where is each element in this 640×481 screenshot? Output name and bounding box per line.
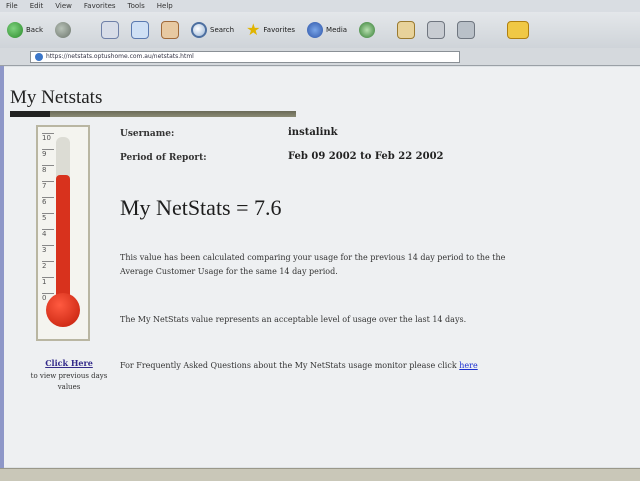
edit-button[interactable] [454,17,478,43]
thermometer-tick: 7 [42,181,54,190]
menu-edit[interactable]: Edit [30,2,44,10]
mail-icon [397,21,416,39]
thermometer-fill [56,175,70,301]
favorites-button[interactable]: ★ Favorites [243,17,298,43]
browser-toolbar: Back Search ★ Favorites Media [0,12,640,48]
page-content: My Netstats 10 9 8 7 6 5 4 3 2 1 0 Click Here to v… [4,67,640,467]
favorites-label: Favorites [263,26,296,34]
printer-icon [427,21,446,39]
refresh-button[interactable] [128,17,152,43]
thermometer-tick: 2 [42,261,54,270]
status-bar [0,468,640,481]
thermometer-tick: 6 [42,197,54,206]
forward-button[interactable] [52,17,74,43]
title-divider-accent [10,111,50,117]
media-button[interactable]: Media [304,17,350,43]
forward-arrow-icon [55,22,71,38]
page-icon [35,52,43,61]
period-value: Feb 09 2002 to Feb 22 2002 [288,151,444,162]
thermometer-tick: 8 [42,165,54,174]
home-icon [161,21,179,39]
media-label: Media [326,26,348,34]
faq-paragraph: For Frequently Asked Questions about the… [120,359,520,373]
thermometer-tick: 1 [42,277,54,286]
messenger-button[interactable] [504,17,532,43]
previous-values-link[interactable]: Click Here [24,358,114,368]
username-label: Username: [120,129,175,139]
thermometer-tick: 9 [42,149,54,158]
search-icon [191,22,207,38]
menu-bar: File Edit View Favorites Tools Help [0,0,640,12]
media-icon [307,22,324,38]
period-label: Period of Report: [120,153,207,163]
mail-button[interactable] [394,17,418,43]
stop-icon [101,21,119,39]
title-divider [10,111,296,117]
search-button[interactable]: Search [188,17,237,43]
home-button[interactable] [158,17,182,43]
menu-favorites[interactable]: Favorites [84,2,116,10]
history-button[interactable] [356,17,378,43]
address-bar: https://netstats.optushome.com.au/netsta… [0,48,640,66]
history-icon [359,22,376,38]
back-arrow-icon [7,22,23,38]
thermometer-tick: 3 [42,245,54,254]
search-label: Search [210,26,235,34]
usage-level-paragraph: The My NetStats value represents an acce… [120,315,467,324]
star-icon: ★ [246,20,261,39]
page-title: My Netstats [10,87,103,108]
thermometer-bulb [46,293,80,327]
thermometer-scale: 10 9 8 7 6 5 4 3 2 1 0 [42,133,54,302]
messenger-icon [507,21,530,39]
print-button[interactable] [424,17,448,43]
menu-view[interactable]: View [55,2,72,10]
thermometer-tick: 5 [42,213,54,222]
previous-values-description: to view previous days values [30,372,108,391]
stop-button[interactable] [98,17,122,43]
username-value: instalink [288,127,338,138]
calculation-paragraph: This value has been calculated comparing… [120,253,506,276]
thermometer-tick: 10 [42,133,54,142]
refresh-icon [131,21,149,39]
menu-help[interactable]: Help [157,2,173,10]
netstats-score-heading: My NetStats = 7.6 [120,195,282,220]
faq-here-link[interactable]: here [459,361,477,370]
faq-text: For Frequently Asked Questions about the… [120,361,457,370]
netstats-thermometer: 10 9 8 7 6 5 4 3 2 1 0 [36,125,90,341]
address-text: https://netstats.optushome.com.au/netsta… [46,53,194,60]
back-label: Back [26,26,43,34]
menu-tools[interactable]: Tools [128,2,145,10]
menu-file[interactable]: File [6,2,18,10]
edit-icon [457,21,476,39]
back-button[interactable]: Back [4,17,46,43]
address-input[interactable]: https://netstats.optushome.com.au/netsta… [30,50,460,63]
thermometer-tick: 4 [42,229,54,238]
